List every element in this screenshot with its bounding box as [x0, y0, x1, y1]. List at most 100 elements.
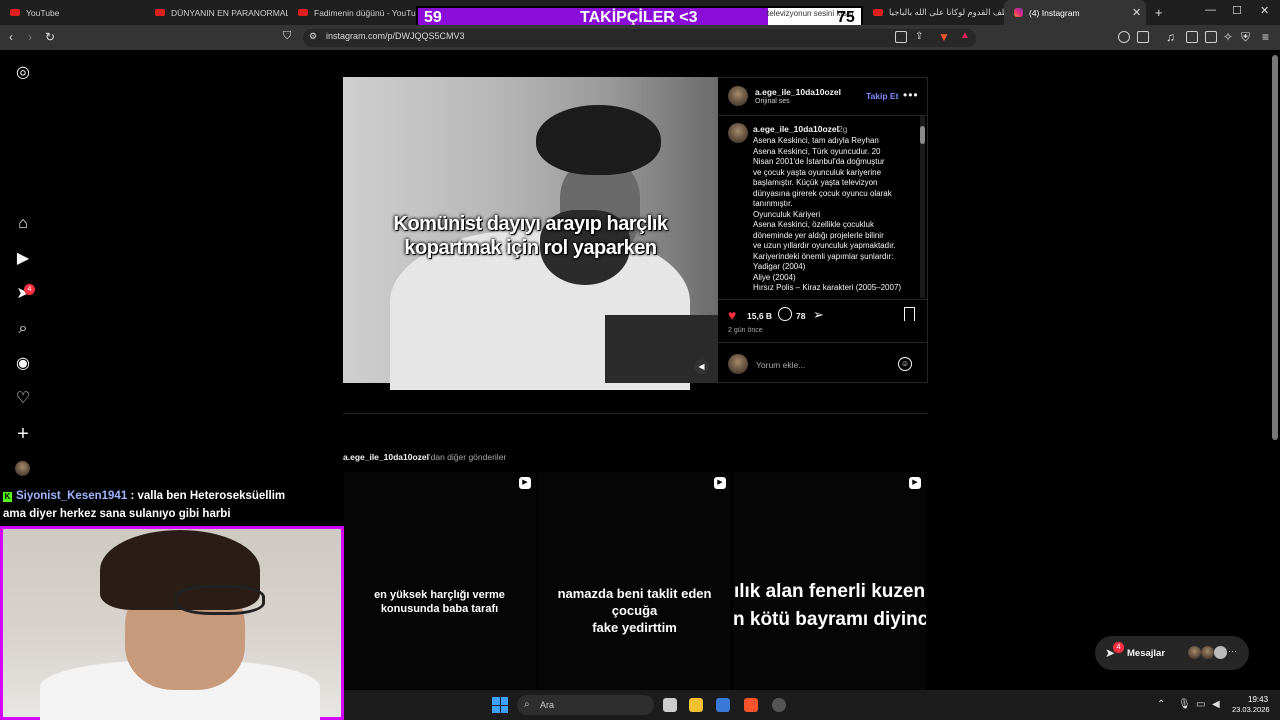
- url-text: instagram.com/p/DWJQQS5CMV3: [326, 31, 465, 41]
- comment-input[interactable]: Yorum ekle...: [756, 360, 805, 370]
- divider: [718, 299, 928, 300]
- create-icon[interactable]: +: [14, 424, 32, 444]
- reel-icon: ▶: [519, 477, 531, 489]
- taskbar-search[interactable]: [517, 695, 654, 715]
- task-view-icon[interactable]: [663, 698, 677, 712]
- comments-scroll-thumb[interactable]: [920, 126, 925, 144]
- search-icon: ⌕: [524, 699, 530, 710]
- site-info-icon[interactable]: ⚙: [309, 31, 317, 42]
- reload-icon[interactable]: ↻: [45, 30, 55, 44]
- tab-search-icon[interactable]: [1137, 31, 1149, 43]
- reels-icon[interactable]: ▶: [14, 250, 32, 268]
- contact-avatar: [1201, 646, 1214, 659]
- network-icon[interactable]: ▭: [1196, 699, 1205, 710]
- notifications-heart-icon[interactable]: ♡: [14, 390, 32, 408]
- media-icon[interactable]: ♫: [1166, 30, 1175, 44]
- tab-youtube[interactable]: YouTube: [0, 0, 145, 25]
- my-avatar: [728, 354, 748, 374]
- video-person-hair: [536, 105, 661, 175]
- youtube-icon: [873, 9, 883, 16]
- menu-icon[interactable]: ≡: [1262, 30, 1269, 44]
- cast-icon[interactable]: [895, 31, 907, 43]
- tab-arabic[interactable]: لطف القدوم لوكانا على الله بالباجيا: [863, 0, 1011, 25]
- post-description: Asena Keskinci, tam adıyla Reyhan Asena …: [753, 136, 902, 292]
- tray-overflow-icon[interactable]: ⌃: [1157, 699, 1165, 710]
- app-icon[interactable]: [772, 698, 786, 712]
- more-contacts-icon: ···: [1228, 646, 1237, 656]
- messages-badge: 4: [1113, 642, 1124, 653]
- tab-paranormal[interactable]: DÜNYANIN EN PARANORMAL OR: [145, 0, 288, 25]
- home-icon[interactable]: ⌂: [14, 215, 32, 233]
- audio-label[interactable]: Orijinal ses: [755, 98, 790, 105]
- thumbnail-caption: namazda beni taklit eden çocuğa fake yed…: [557, 586, 712, 635]
- back-icon[interactable]: ‹: [9, 30, 13, 44]
- clock-time[interactable]: 19:43: [1248, 695, 1268, 704]
- volume-icon[interactable]: ◀: [1212, 699, 1220, 710]
- page-scrollbar[interactable]: [1272, 55, 1278, 440]
- comment-count: 78: [796, 311, 806, 321]
- windows-start-icon[interactable]: [492, 697, 508, 713]
- reel-icon: ▶: [909, 477, 921, 489]
- profile-avatar[interactable]: [15, 461, 30, 476]
- comment-author[interactable]: a.ege_ile_10da10ozel: [753, 124, 839, 134]
- youtube-icon: [10, 9, 20, 16]
- leo-ai-icon[interactable]: ✧: [1223, 30, 1233, 44]
- mute-icon[interactable]: ◀: [694, 359, 709, 374]
- explore-icon[interactable]: ◉: [14, 355, 32, 373]
- comment-author-avatar[interactable]: [728, 123, 748, 143]
- bookmark-icon[interactable]: ⛉: [283, 30, 291, 43]
- youtube-icon: [155, 9, 165, 16]
- sidebar-toggle-icon[interactable]: [1186, 31, 1198, 43]
- section-divider: [343, 413, 928, 414]
- post-timestamp: 2 gün önce: [728, 327, 763, 334]
- taskbar: [344, 690, 1280, 720]
- forward-icon[interactable]: ›: [28, 30, 32, 44]
- divider: [718, 115, 928, 116]
- store-icon[interactable]: [716, 698, 730, 712]
- post-thumbnail[interactable]: [343, 472, 536, 690]
- author-name[interactable]: a.ege_ile_10da10ozel: [755, 87, 841, 97]
- extensions-icon[interactable]: [1118, 31, 1130, 43]
- save-bookmark-icon[interactable]: [904, 307, 915, 321]
- like-count[interactable]: 15,6 B: [747, 311, 772, 321]
- follow-button[interactable]: Takip Et: [866, 91, 898, 101]
- divider: [718, 342, 928, 343]
- share-icon[interactable]: ➢: [813, 307, 824, 323]
- more-options-icon[interactable]: •••: [903, 88, 919, 102]
- brave-browser-icon[interactable]: [744, 698, 758, 712]
- instagram-logo-icon[interactable]: ◎: [14, 64, 32, 82]
- emoji-icon[interactable]: ☺: [898, 357, 912, 371]
- vpn-icon[interactable]: ⛨: [1241, 30, 1250, 45]
- file-explorer-icon[interactable]: [689, 698, 703, 712]
- comment-icon[interactable]: [778, 307, 792, 321]
- brave-shields-icon[interactable]: ▼: [938, 30, 950, 44]
- contact-avatar: [1214, 646, 1227, 659]
- contact-avatar: [1188, 646, 1201, 659]
- thumbnail-caption: ılık alan fenerli kuzen n kötü bayramı d…: [733, 581, 926, 630]
- more-posts-heading: a.ege_ile_10da10ozel'dan diğer gönderile…: [343, 452, 507, 462]
- post-thumbnail[interactable]: [538, 472, 731, 690]
- like-heart-icon[interactable]: ♥: [728, 307, 736, 323]
- author-avatar[interactable]: [728, 86, 748, 106]
- close-window-icon[interactable]: ✕: [1260, 4, 1269, 17]
- video-caption: Komünist dayıyı arayıp harçlık kopartmak…: [393, 213, 669, 259]
- wallet-icon[interactable]: [1205, 31, 1217, 43]
- clock-date[interactable]: 23.03.2026: [1232, 705, 1270, 714]
- taskbar-search-placeholder: Ara: [540, 700, 555, 710]
- youtube-icon: [298, 9, 308, 16]
- share-page-icon[interactable]: ⇪: [915, 31, 923, 42]
- webcam-person-glasses: [175, 585, 265, 615]
- tab-instagram[interactable]: (4) Instagram: [1004, 0, 1146, 25]
- minimize-icon[interactable]: —: [1205, 4, 1216, 16]
- maximize-icon[interactable]: ☐: [1232, 4, 1242, 17]
- chat-message: K Siyonist_Kesen1941 : valla ben Heterose…: [3, 490, 286, 502]
- brave-rewards-icon[interactable]: ▲: [960, 30, 970, 41]
- search-icon[interactable]: ⌕: [14, 320, 32, 338]
- reel-icon: ▶: [714, 477, 726, 489]
- new-tab-icon[interactable]: +: [1155, 5, 1163, 20]
- tab-fadime[interactable]: Fadimenin düğünü - YouTube: [288, 0, 416, 25]
- instagram-icon: [1014, 8, 1023, 17]
- microphone-icon[interactable]: 🎙: [1178, 699, 1191, 710]
- close-tab-icon[interactable]: ✕: [1132, 6, 1141, 19]
- thumbnail-caption: en yüksek harçlığı verme konusunda baba …: [374, 589, 505, 615]
